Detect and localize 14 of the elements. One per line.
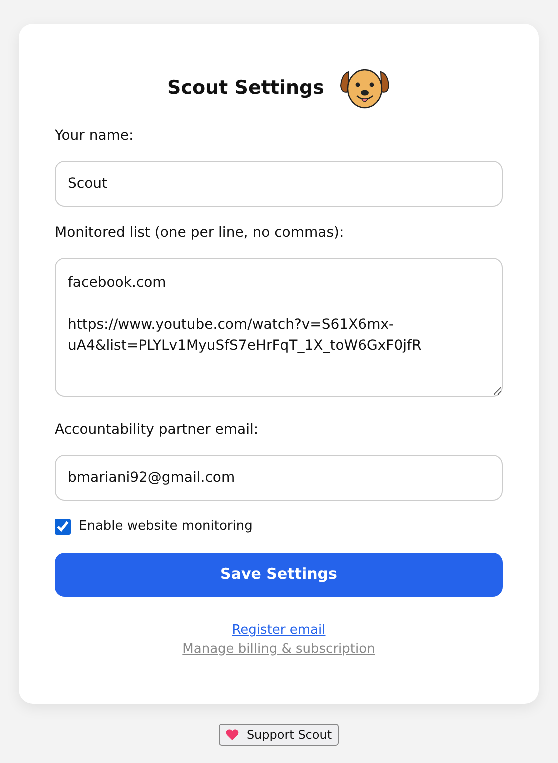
link[interactable]: Register email <box>232 620 326 640</box>
support-button[interactable]: Support Scout <box>218 724 340 746</box>
monitoring-checkbox[interactable] <box>55 518 71 535</box>
input-field[interactable]: Scout <box>55 161 503 207</box>
field-label: Monitored list (one per line, no commas): <box>55 224 346 243</box>
monitored-list-field[interactable]: facebook.com https://www.youtube.com/watch?v=S61X6mx-uA4&list=PLYLv1MyuSfS7eHrFqT_1X_toW6GxF0jfR <box>55 258 503 397</box>
link[interactable]: Manage billing & subscription <box>182 640 376 660</box>
settings-title: Scout Settings <box>168 76 324 100</box>
heart-icon <box>226 728 239 740</box>
save-settings-button[interactable]: Save Settings <box>55 552 503 596</box>
field-label: Accountability partner email: <box>55 421 260 440</box>
field-label: Your name: <box>55 127 135 146</box>
checkbox-label[interactable]: Enable website monitoring <box>79 517 253 536</box>
input-field[interactable]: bmariani92@gmail.com <box>55 455 503 501</box>
